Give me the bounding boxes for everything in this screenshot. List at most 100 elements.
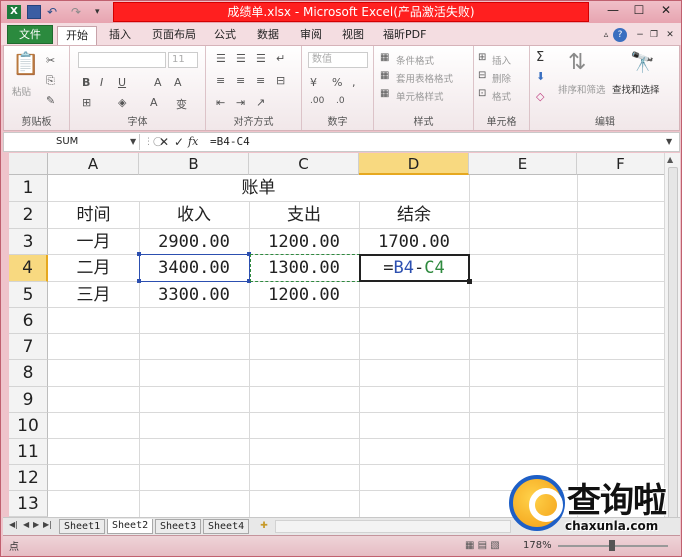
last-sheet-icon[interactable]: ▶| <box>43 520 52 529</box>
sheet-tab-sheet2[interactable]: Sheet2 <box>107 519 154 534</box>
collapse-ribbon-icon[interactable]: ▵ <box>599 28 613 42</box>
cancel-icon[interactable]: ✕ <box>159 133 169 151</box>
delete-cells-button[interactable]: 删除 <box>492 71 511 85</box>
conditional-format-icon[interactable]: ▦ <box>380 52 389 63</box>
decrease-indent-icon[interactable]: ⇤ <box>216 96 225 109</box>
underline-icon[interactable]: U <box>118 76 126 89</box>
table-cell[interactable]: 三月 <box>48 282 139 308</box>
format-table-icon[interactable]: ▦ <box>380 70 389 81</box>
column-header-c[interactable]: C <box>249 153 359 175</box>
border-icon[interactable]: ⊞ <box>82 96 91 109</box>
delete-cells-icon[interactable]: ⊟ <box>478 70 486 81</box>
workbook-restore-icon[interactable]: ❐ <box>647 28 661 42</box>
tab-formulas[interactable]: 公式 <box>214 26 236 45</box>
column-header-e[interactable]: E <box>469 153 577 175</box>
row-header-6[interactable]: 6 <box>9 308 48 334</box>
table-cell[interactable]: 1200.00 <box>249 282 359 308</box>
currency-icon[interactable]: ¥ <box>310 76 317 89</box>
row-header-3[interactable]: 3 <box>9 229 48 255</box>
increase-decimal-icon[interactable]: .00 <box>310 96 324 106</box>
table-cell[interactable]: 1200.00 <box>249 229 359 255</box>
cell-styles-icon[interactable]: ▦ <box>380 88 389 99</box>
row-header-13[interactable]: 13 <box>9 491 48 517</box>
insert-sheet-icon[interactable]: ✚ <box>257 519 271 533</box>
font-color-icon[interactable]: A <box>150 96 158 109</box>
percent-icon[interactable]: % <box>332 76 342 89</box>
first-sheet-icon[interactable]: ◀| <box>9 520 18 529</box>
prev-sheet-icon[interactable]: ◀ <box>23 520 29 529</box>
tab-view[interactable]: 视图 <box>342 26 364 45</box>
undo-icon[interactable]: ↶ <box>47 5 61 19</box>
zoom-level[interactable]: 178% <box>523 540 552 551</box>
align-middle-icon[interactable]: ☰ <box>236 52 246 65</box>
redo-icon[interactable]: ↷ <box>71 5 85 19</box>
row-header-11[interactable]: 11 <box>9 439 48 465</box>
insert-function-icon[interactable]: fx <box>188 133 198 151</box>
range-handle[interactable] <box>137 279 141 283</box>
comma-style-icon[interactable]: , <box>352 76 356 89</box>
font-size-select[interactable]: 11 <box>168 52 198 68</box>
row-header-4[interactable]: 4 <box>9 255 48 282</box>
column-header-d[interactable]: D <box>359 153 469 175</box>
find-select-icon[interactable]: 🔭 <box>630 50 655 74</box>
view-buttons-icon[interactable]: ▦ ▤ ▧ <box>465 540 500 551</box>
cut-icon[interactable]: ✂ <box>46 54 55 67</box>
phonetic-icon[interactable]: 变 <box>176 96 187 112</box>
shrink-font-icon[interactable]: A <box>174 76 182 89</box>
name-box-dropdown-icon[interactable]: ▼ <box>130 134 136 150</box>
header-cell-balance[interactable]: 结余 <box>359 202 469 229</box>
formula-bar-splitter[interactable]: ⋮◯ <box>144 135 163 149</box>
customize-qat-icon[interactable]: ▾ <box>95 5 109 19</box>
orientation-icon[interactable]: ↗ <box>256 96 265 109</box>
worksheet-grid[interactable]: A B C D E F 1 2 3 4 5 6 7 8 9 10 11 12 1… <box>9 153 664 517</box>
table-cell[interactable]: 二月 <box>48 255 139 282</box>
row-header-1[interactable]: 1 <box>9 175 48 202</box>
table-cell[interactable]: 1700.00 <box>359 229 469 255</box>
sort-filter-icon[interactable]: ⇅ <box>568 50 586 75</box>
tab-data[interactable]: 数据 <box>257 26 279 45</box>
workbook-minimize-icon[interactable]: − <box>633 28 647 42</box>
sort-filter-button[interactable]: 排序和筛选 <box>558 82 606 96</box>
tab-insert[interactable]: 插入 <box>109 26 131 45</box>
fill-handle[interactable] <box>467 279 472 284</box>
sheet-tab-sheet3[interactable]: Sheet3 <box>155 519 202 534</box>
workbook-close-icon[interactable]: ✕ <box>663 28 677 42</box>
column-header-b[interactable]: B <box>139 153 249 175</box>
format-cells-button[interactable]: 格式 <box>492 89 511 103</box>
format-painter-icon[interactable]: ✎ <box>46 94 55 107</box>
tab-review[interactable]: 审阅 <box>300 26 322 45</box>
next-sheet-icon[interactable]: ▶ <box>33 520 39 529</box>
sheet-title-cell[interactable]: 账单 <box>48 175 469 202</box>
enter-icon[interactable]: ✓ <box>174 133 184 151</box>
range-handle[interactable] <box>137 252 141 256</box>
help-icon[interactable]: ? <box>613 28 627 42</box>
vertical-scrollbar[interactable]: ▲ <box>664 153 680 539</box>
row-header-5[interactable]: 5 <box>9 282 48 308</box>
column-header-a[interactable]: A <box>48 153 139 175</box>
paste-button[interactable]: 粘贴 <box>12 84 31 98</box>
fill-color-icon[interactable]: ◈ <box>118 96 126 109</box>
row-header-10[interactable]: 10 <box>9 413 48 439</box>
align-top-icon[interactable]: ☰ <box>216 52 226 65</box>
conditional-format-button[interactable]: 条件格式 <box>396 53 434 67</box>
insert-cells-icon[interactable]: ⊞ <box>478 52 486 63</box>
paste-icon[interactable]: 📋 <box>12 52 39 77</box>
copy-icon[interactable]: ⎘ <box>46 74 55 88</box>
excel-app-icon[interactable]: X <box>7 5 21 19</box>
format-cells-icon[interactable]: ⊡ <box>478 88 486 99</box>
tab-home[interactable]: 开始 <box>57 26 97 45</box>
row-header-12[interactable]: 12 <box>9 465 48 491</box>
table-cell[interactable]: 2900.00 <box>139 229 249 255</box>
formula-input[interactable]: =B4-C4 <box>210 133 250 151</box>
row-header-7[interactable]: 7 <box>9 334 48 360</box>
header-cell-time[interactable]: 时间 <box>48 202 139 229</box>
wrap-text-icon[interactable]: ↵ <box>276 52 285 65</box>
horizontal-scrollbar[interactable] <box>275 520 511 533</box>
find-select-button[interactable]: 查找和选择 <box>612 82 660 96</box>
table-cell[interactable]: 一月 <box>48 229 139 255</box>
align-center-icon[interactable]: ≡ <box>236 74 245 87</box>
bold-icon[interactable]: B <box>82 76 90 89</box>
header-cell-income[interactable]: 收入 <box>139 202 249 229</box>
italic-icon[interactable]: I <box>100 76 103 89</box>
minimize-button[interactable]: — <box>599 1 627 21</box>
